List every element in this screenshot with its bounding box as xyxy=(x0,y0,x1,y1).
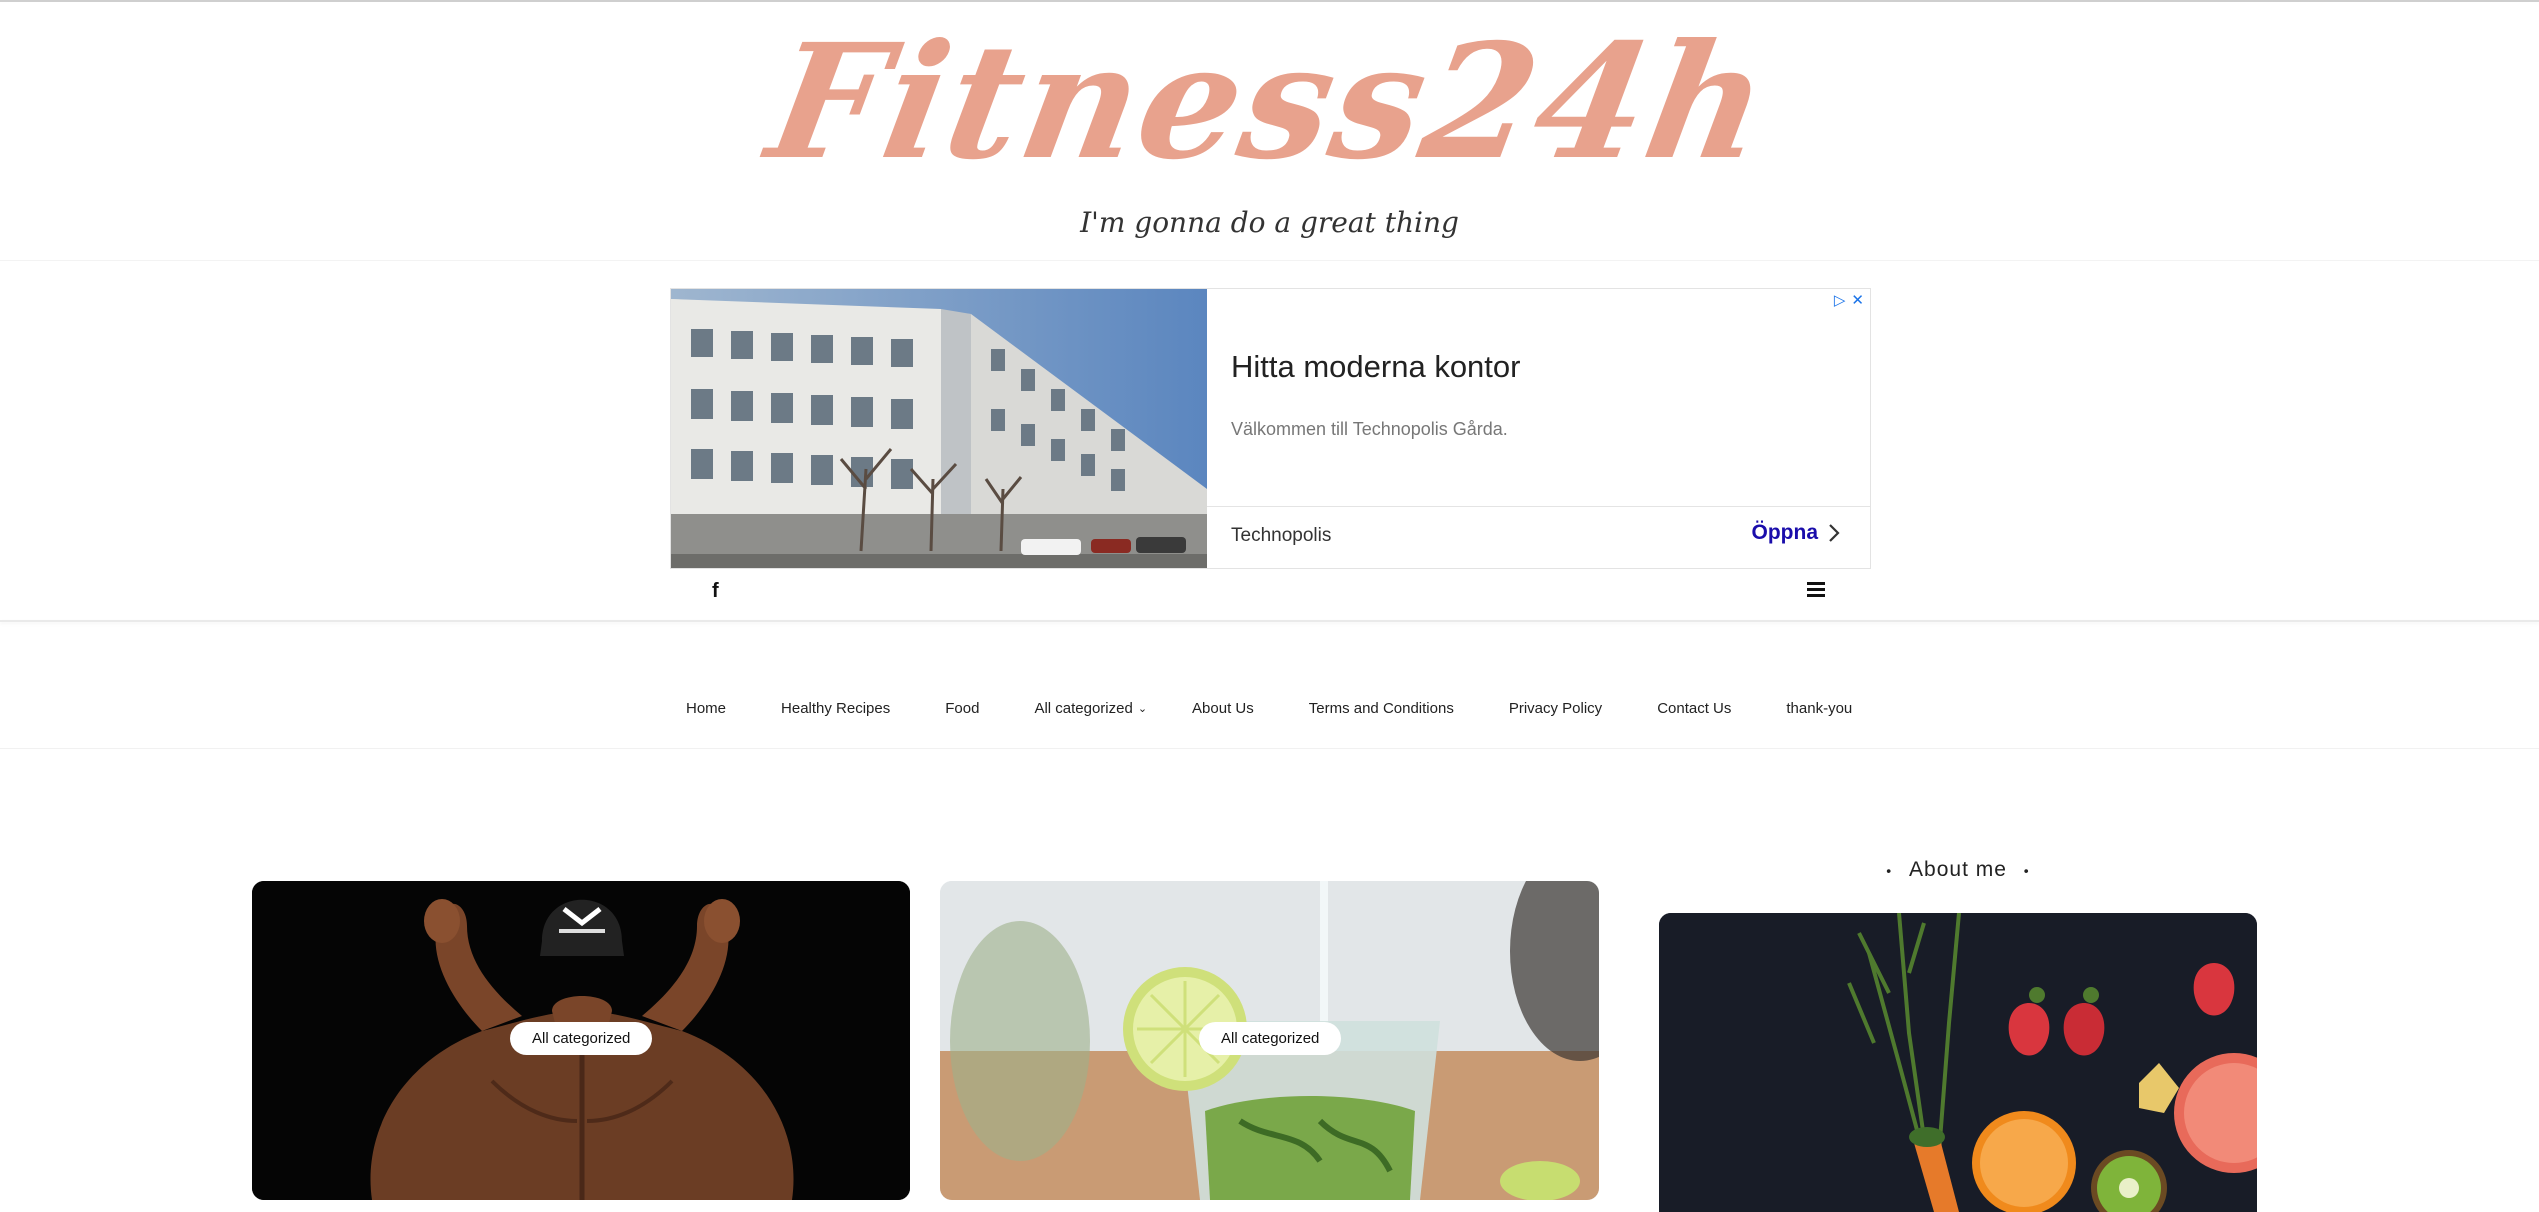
post-card[interactable]: All categorized xyxy=(252,881,910,1200)
about-me-heading: About me xyxy=(1909,858,2007,881)
nav-item-home[interactable]: Home xyxy=(686,700,726,717)
site-title[interactable]: Fitness24h xyxy=(0,8,2539,198)
nav-divider xyxy=(0,748,2539,749)
hamburger-menu-icon[interactable] xyxy=(1807,582,1825,600)
chevron-down-icon: ⌄ xyxy=(1137,703,1148,715)
ad-description: Välkommen till Technopolis Gårda. xyxy=(1231,419,1508,439)
nav-item-about-us[interactable]: About Us xyxy=(1192,700,1254,717)
post-card[interactable]: All categorized xyxy=(940,881,1599,1200)
ad-divider xyxy=(1207,506,1870,507)
ad-open-label: Öppna xyxy=(1751,521,1819,544)
nav-item-food[interactable]: Food xyxy=(945,700,979,717)
chevron-right-icon xyxy=(1829,524,1840,542)
ad-image-office-building[interactable] xyxy=(671,289,1207,568)
title-bullet-right: • xyxy=(2023,862,2030,879)
ad-headline[interactable]: Hitta moderna kontor xyxy=(1231,349,1520,385)
ad-advertiser[interactable]: Technopolis xyxy=(1231,525,1331,547)
header-divider xyxy=(0,260,2539,261)
ad-choices[interactable]: ▷ ✕ xyxy=(1834,291,1864,309)
about-me-image xyxy=(1659,913,2257,1212)
facebook-icon[interactable]: f xyxy=(712,580,719,603)
nav-item-healthy-recipes[interactable]: Healthy Recipes xyxy=(781,700,890,717)
category-badge[interactable]: All categorized xyxy=(1199,1022,1342,1055)
toolbar-divider xyxy=(0,620,2539,622)
nav-item-terms[interactable]: Terms and Conditions xyxy=(1309,700,1454,717)
top-border xyxy=(0,0,2539,2)
ad-open-button[interactable]: Öppna xyxy=(1752,521,1841,545)
nav-item-thank-you[interactable]: thank-you xyxy=(1786,700,1852,717)
close-icon[interactable]: ✕ xyxy=(1851,291,1864,309)
adchoices-icon[interactable]: ▷ xyxy=(1834,291,1846,309)
sidebar-widget-title: • About me • xyxy=(1659,858,2257,882)
site-tagline: I'm gonna do a great thing xyxy=(1080,206,1459,239)
title-bullet-left: • xyxy=(1886,862,1893,879)
main-navigation: Home Healthy Recipes Food All categorize… xyxy=(686,700,1852,717)
nav-item-all-categorized-label: All categorized xyxy=(1034,700,1133,717)
nav-item-all-categorized[interactable]: All categorized ⌄ xyxy=(1034,700,1147,717)
category-badge[interactable]: All categorized xyxy=(510,1022,653,1055)
nav-item-contact-us[interactable]: Contact Us xyxy=(1657,700,1731,717)
nav-item-privacy-policy[interactable]: Privacy Policy xyxy=(1509,700,1602,717)
advertisement[interactable]: ▷ ✕ Hitta moderna kontor Välkommen till … xyxy=(670,288,1871,569)
